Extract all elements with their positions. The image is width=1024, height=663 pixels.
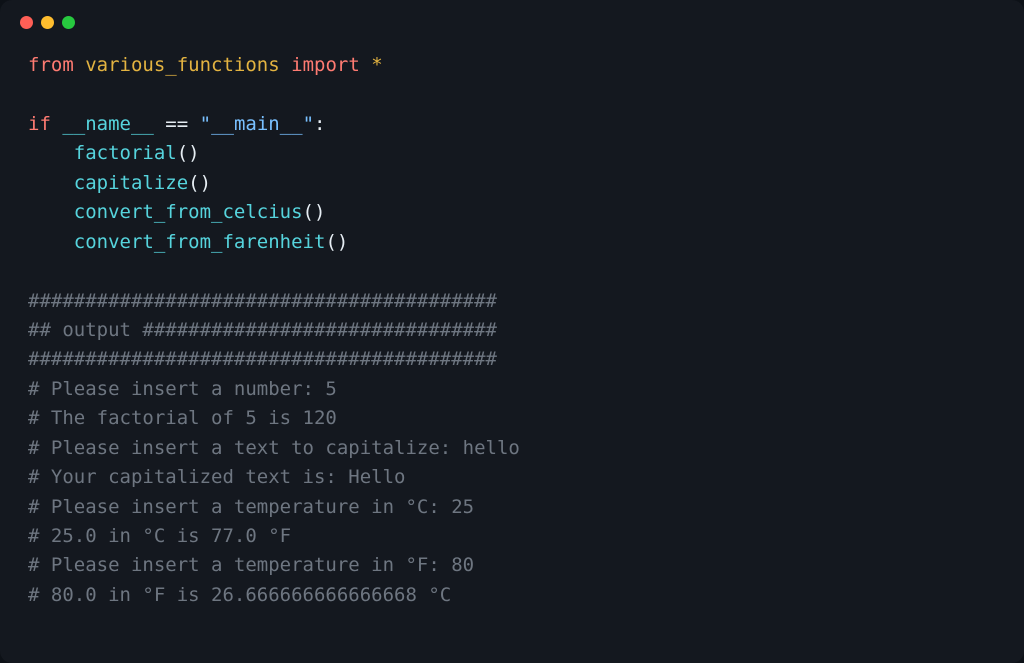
- parens: (): [177, 142, 200, 164]
- output-line: # Please insert a text to capitalize: he…: [28, 437, 520, 459]
- output-line: # Please insert a number: 5: [28, 378, 337, 400]
- output-title: ## output ##############################…: [28, 319, 497, 341]
- keyword-from: from: [28, 54, 74, 76]
- call-convert-celcius: convert_from_celcius: [74, 201, 303, 223]
- code-window: from various_functions import * if __nam…: [0, 0, 1024, 663]
- star-import: *: [371, 54, 382, 76]
- output-divider: ########################################…: [28, 290, 497, 312]
- parens: (): [188, 172, 211, 194]
- keyword-if: if: [28, 113, 51, 135]
- string-main: "__main__": [200, 113, 314, 135]
- code-editor[interactable]: from various_functions import * if __nam…: [0, 37, 1024, 624]
- output-line: # 25.0 in °C is 77.0 °F: [28, 525, 291, 547]
- output-line: # The factorial of 5 is 120: [28, 407, 337, 429]
- call-convert-farenheit: convert_from_farenheit: [74, 231, 326, 253]
- output-line: # 80.0 in °F is 26.666666666666668 °C: [28, 584, 451, 606]
- maximize-icon[interactable]: [62, 16, 75, 29]
- output-line: # Please insert a temperature in °F: 80: [28, 554, 474, 576]
- output-line: # Please insert a temperature in °C: 25: [28, 496, 474, 518]
- dunder-name: __name__: [62, 113, 154, 135]
- call-factorial: factorial: [74, 142, 177, 164]
- titlebar: [0, 0, 1024, 37]
- output-divider: ########################################…: [28, 348, 497, 370]
- output-line: # Your capitalized text is: Hello: [28, 466, 406, 488]
- module-name: various_functions: [85, 54, 279, 76]
- call-capitalize: capitalize: [74, 172, 188, 194]
- keyword-import: import: [291, 54, 360, 76]
- parens: (): [325, 231, 348, 253]
- colon: :: [314, 113, 325, 135]
- minimize-icon[interactable]: [41, 16, 54, 29]
- close-icon[interactable]: [20, 16, 33, 29]
- equals-op: ==: [154, 113, 200, 135]
- parens: (): [303, 201, 326, 223]
